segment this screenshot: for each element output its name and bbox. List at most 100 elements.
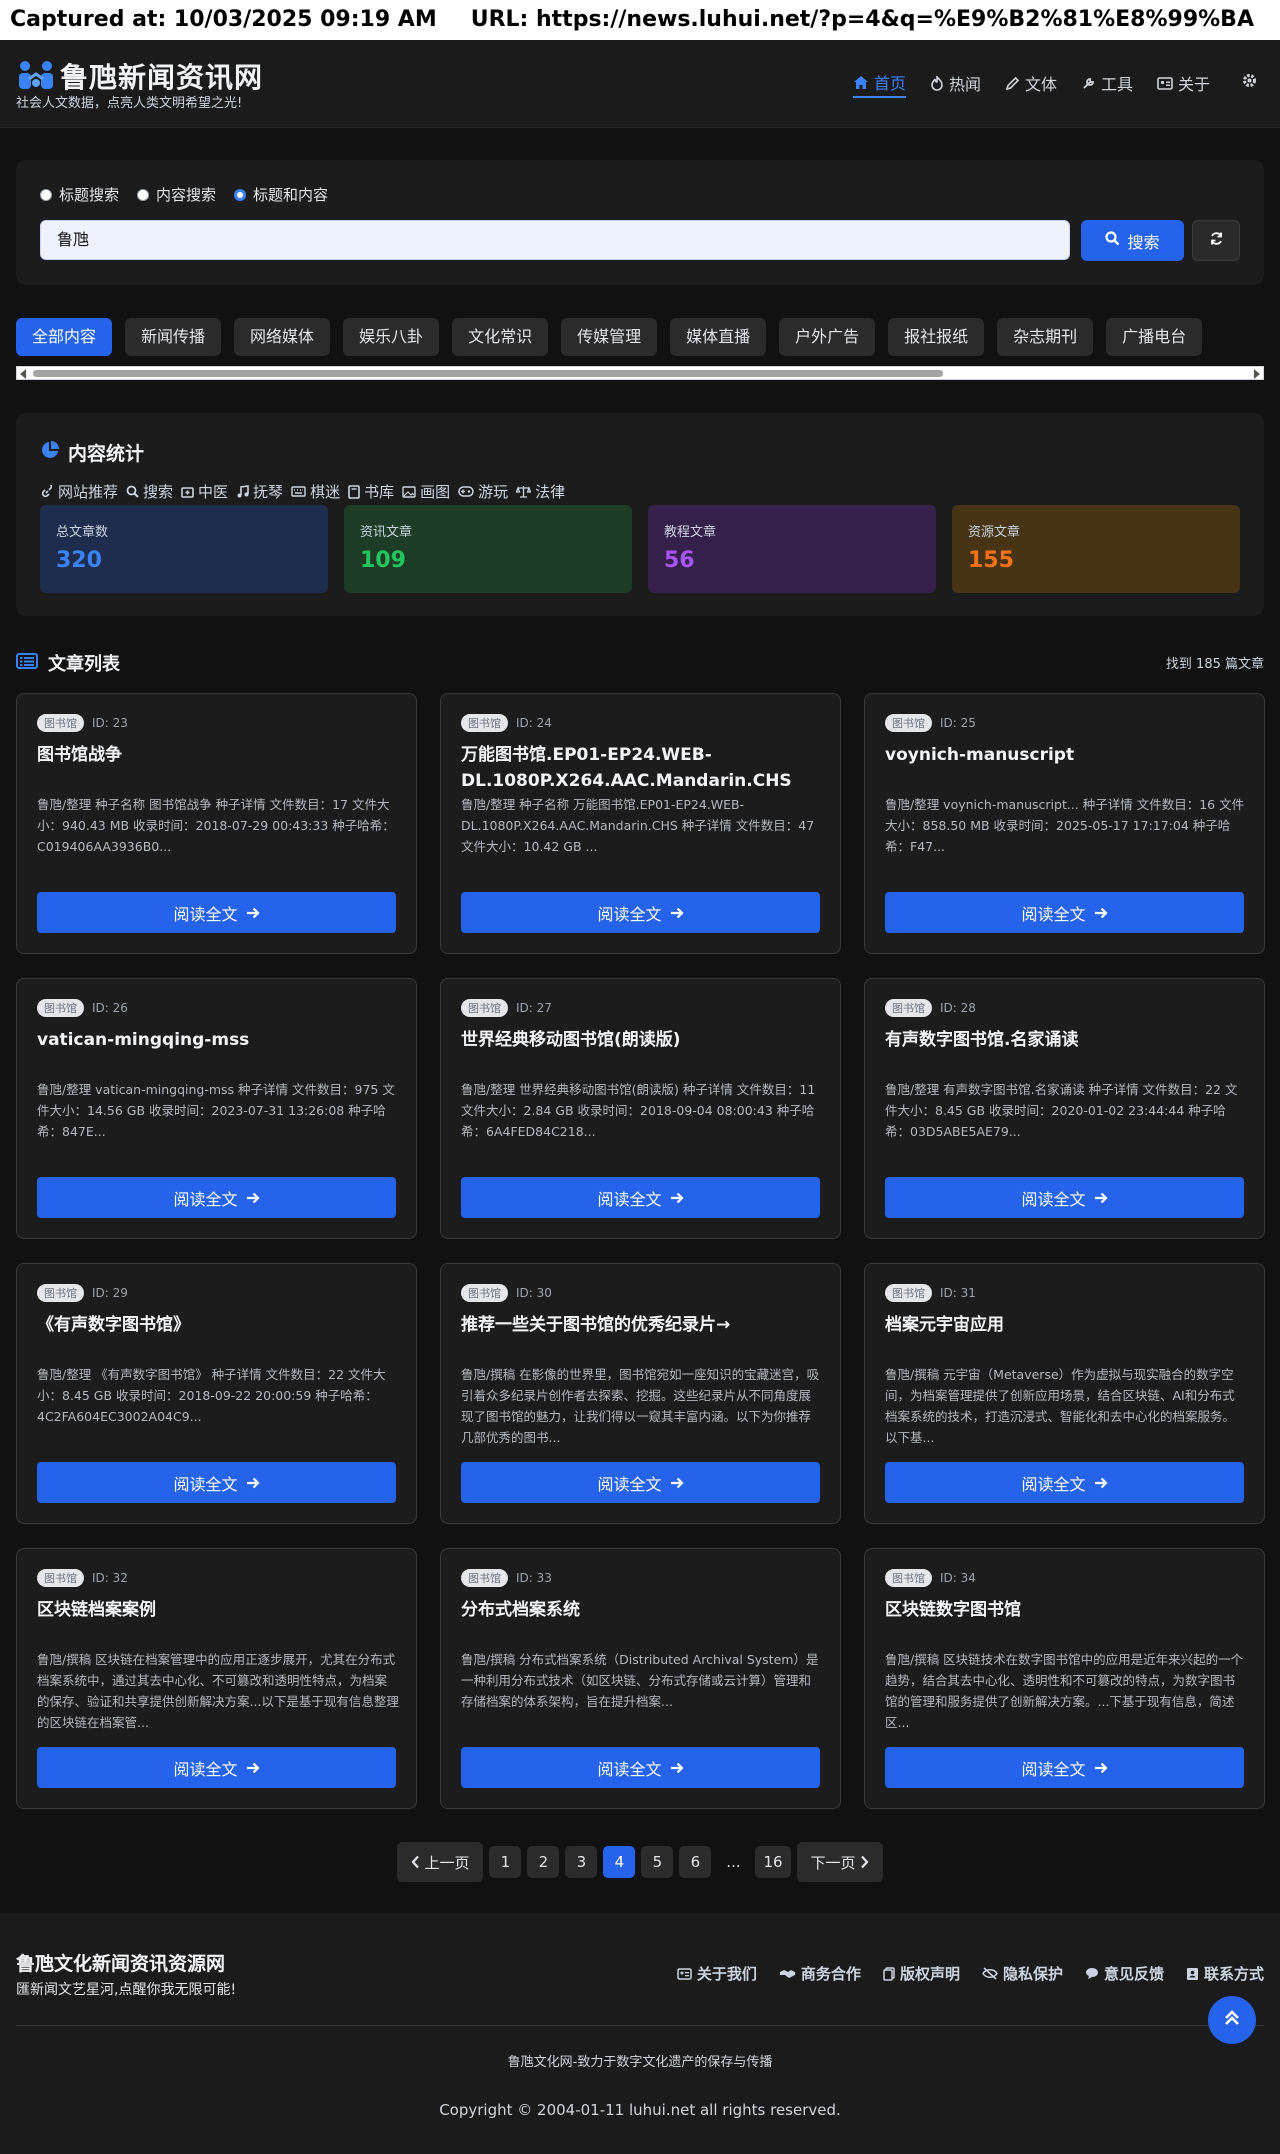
article-title[interactable]: 万能图书馆.EP01-EP24.WEB-DL.1080P.X264.AAC.Ma…	[461, 742, 823, 794]
category-tab[interactable]: 全部内容	[16, 318, 113, 356]
article-title[interactable]: 推荐一些关于图书馆的优秀纪录片→	[461, 1312, 823, 1338]
article-title[interactable]: 《有声数字图书馆》	[37, 1312, 399, 1338]
category-badge[interactable]: 图书馆	[885, 714, 932, 732]
read-more-button[interactable]: 阅读全文	[37, 1177, 396, 1218]
read-more-button[interactable]: 阅读全文	[37, 892, 396, 933]
radio-dot[interactable]	[137, 188, 150, 201]
article-title[interactable]: 区块链数字图书馆	[885, 1597, 1247, 1623]
nav-culture[interactable]: 文体	[1005, 70, 1057, 98]
site-logo[interactable]: 鲁虺新闻资讯网	[16, 56, 263, 96]
read-more-button[interactable]: 阅读全文	[37, 1462, 396, 1503]
article-title[interactable]: 世界经典移动图书馆(朗读版)	[461, 1027, 823, 1053]
category-tab[interactable]: 网络媒体	[234, 318, 331, 356]
search-button[interactable]: 搜索	[1081, 220, 1184, 261]
article-title[interactable]: 区块链档案案例	[37, 1597, 399, 1623]
read-more-button[interactable]: 阅读全文	[37, 1747, 396, 1788]
category-badge[interactable]: 图书馆	[37, 714, 84, 732]
footer-link[interactable]: 联系方式	[1186, 1963, 1264, 1984]
category-badge[interactable]: 图书馆	[461, 1569, 508, 1587]
page-number[interactable]: 16	[755, 1846, 791, 1878]
article-title[interactable]: 分布式档案系统	[461, 1597, 823, 1623]
read-more-label: 阅读全文	[597, 1189, 662, 1209]
scrollbar-thumb[interactable]	[33, 370, 943, 377]
page-number[interactable]: 5	[641, 1846, 674, 1878]
scroll-right-arrow-icon[interactable]	[1254, 369, 1260, 379]
radio-title-and-content[interactable]: 标题和内容	[234, 184, 328, 205]
radio-dot[interactable]	[234, 188, 247, 201]
article-id: ID: 32	[92, 1571, 128, 1585]
category-badge[interactable]: 图书馆	[885, 999, 932, 1017]
radio-dot[interactable]	[40, 188, 52, 201]
article-title[interactable]: vatican-mingqing-mss	[37, 1027, 399, 1053]
article-card: 图书馆 ID: 24 万能图书馆.EP01-EP24.WEB-DL.1080P.X2…	[440, 693, 841, 954]
tabs-scrollbar[interactable]	[16, 366, 1264, 380]
category-tab[interactable]: 文化常识	[452, 318, 549, 356]
category-tab[interactable]: 广播电台	[1106, 318, 1203, 356]
category-tab[interactable]: 户外广告	[779, 318, 876, 356]
read-more-button[interactable]: 阅读全文	[461, 1177, 820, 1218]
category-tab[interactable]: 媒体直播	[670, 318, 767, 356]
category-badge[interactable]: 图书馆	[885, 1569, 932, 1587]
read-more-button[interactable]: 阅读全文	[885, 1747, 1244, 1788]
site-title: 鲁虺新闻资讯网	[60, 61, 264, 94]
page-number[interactable]: 6	[679, 1846, 712, 1878]
article-title[interactable]: 有声数字图书馆.名家诵读	[885, 1027, 1247, 1053]
category-badge[interactable]: 图书馆	[461, 999, 508, 1017]
category-tab[interactable]: 传媒管理	[561, 318, 658, 356]
category-tab[interactable]: 娱乐八卦	[343, 318, 440, 356]
nav-about[interactable]: 关于	[1157, 70, 1210, 98]
category-badge[interactable]: 图书馆	[461, 1284, 508, 1302]
page-number[interactable]: 2	[527, 1846, 560, 1878]
category-tab[interactable]: 杂志期刊	[997, 318, 1094, 356]
quick-link[interactable]: 抚琴	[236, 481, 283, 502]
footer-link[interactable]: 意见反馈	[1085, 1963, 1164, 1984]
radio-content-search[interactable]: 内容搜索	[137, 184, 216, 205]
stat-label: 资源文章	[968, 525, 1021, 540]
quick-link[interactable]: 游玩	[458, 481, 508, 502]
page-number[interactable]: 4	[603, 1846, 636, 1878]
quick-link[interactable]: 法律	[516, 481, 565, 502]
page-number[interactable]: 3	[565, 1846, 598, 1878]
read-more-button[interactable]: 阅读全文	[461, 1462, 820, 1503]
footer-link[interactable]: 商务合作	[779, 1963, 861, 1984]
quick-link[interactable]: 书库	[348, 481, 394, 502]
quick-link[interactable]: 搜索	[126, 481, 173, 502]
footer-link[interactable]: 版权声明	[883, 1963, 960, 1984]
stat-card: 总文章数 320	[40, 505, 328, 593]
search-input[interactable]: 鲁虺	[40, 220, 1070, 260]
footer-link[interactable]: 关于我们	[677, 1963, 757, 1984]
category-badge[interactable]: 图书馆	[37, 1284, 84, 1302]
prev-page-button[interactable]: 上一页	[397, 1842, 484, 1882]
page-number[interactable]: 1	[489, 1846, 522, 1878]
category-badge[interactable]: 图书馆	[37, 1569, 84, 1587]
article-title[interactable]: 档案元宇宙应用	[885, 1312, 1247, 1338]
article-title[interactable]: voynich-manuscript	[885, 742, 1247, 768]
next-page-button[interactable]: 下一页	[796, 1842, 883, 1882]
category-tab[interactable]: 报社报纸	[888, 318, 985, 356]
quick-link[interactable]: 中医	[181, 481, 228, 502]
scroll-left-arrow-icon[interactable]	[20, 369, 26, 379]
quick-link[interactable]: 画图	[402, 481, 450, 502]
theme-toggle-button[interactable]	[1241, 72, 1258, 93]
category-badge[interactable]: 图书馆	[461, 714, 508, 732]
nav-hot[interactable]: 热闻	[930, 70, 981, 98]
read-more-button[interactable]: 阅读全文	[461, 892, 820, 933]
nav-home[interactable]: 首页	[852, 70, 906, 98]
article-title[interactable]: 图书馆战争	[37, 742, 399, 768]
read-more-button[interactable]: 阅读全文	[885, 1462, 1244, 1503]
category-badge[interactable]: 图书馆	[37, 999, 84, 1017]
category-badge[interactable]: 图书馆	[885, 1284, 932, 1302]
quick-link[interactable]: 棋迷	[291, 481, 340, 502]
prev-page-label: 上一页	[424, 1853, 470, 1872]
read-more-button[interactable]: 阅读全文	[461, 1747, 820, 1788]
category-tab[interactable]: 新闻传播	[125, 318, 222, 356]
refresh-button[interactable]	[1192, 220, 1240, 261]
footer-link[interactable]: 隐私保护	[982, 1963, 1063, 1984]
radio-title-search[interactable]: 标题搜索	[40, 184, 119, 205]
quick-link[interactable]: 网站推荐	[40, 481, 118, 502]
read-more-button[interactable]: 阅读全文	[885, 1177, 1244, 1218]
radio-label: 标题搜索	[59, 186, 120, 204]
read-more-button[interactable]: 阅读全文	[885, 892, 1244, 933]
back-to-top-button[interactable]	[1208, 1996, 1256, 2044]
nav-tools[interactable]: 工具	[1081, 70, 1133, 98]
